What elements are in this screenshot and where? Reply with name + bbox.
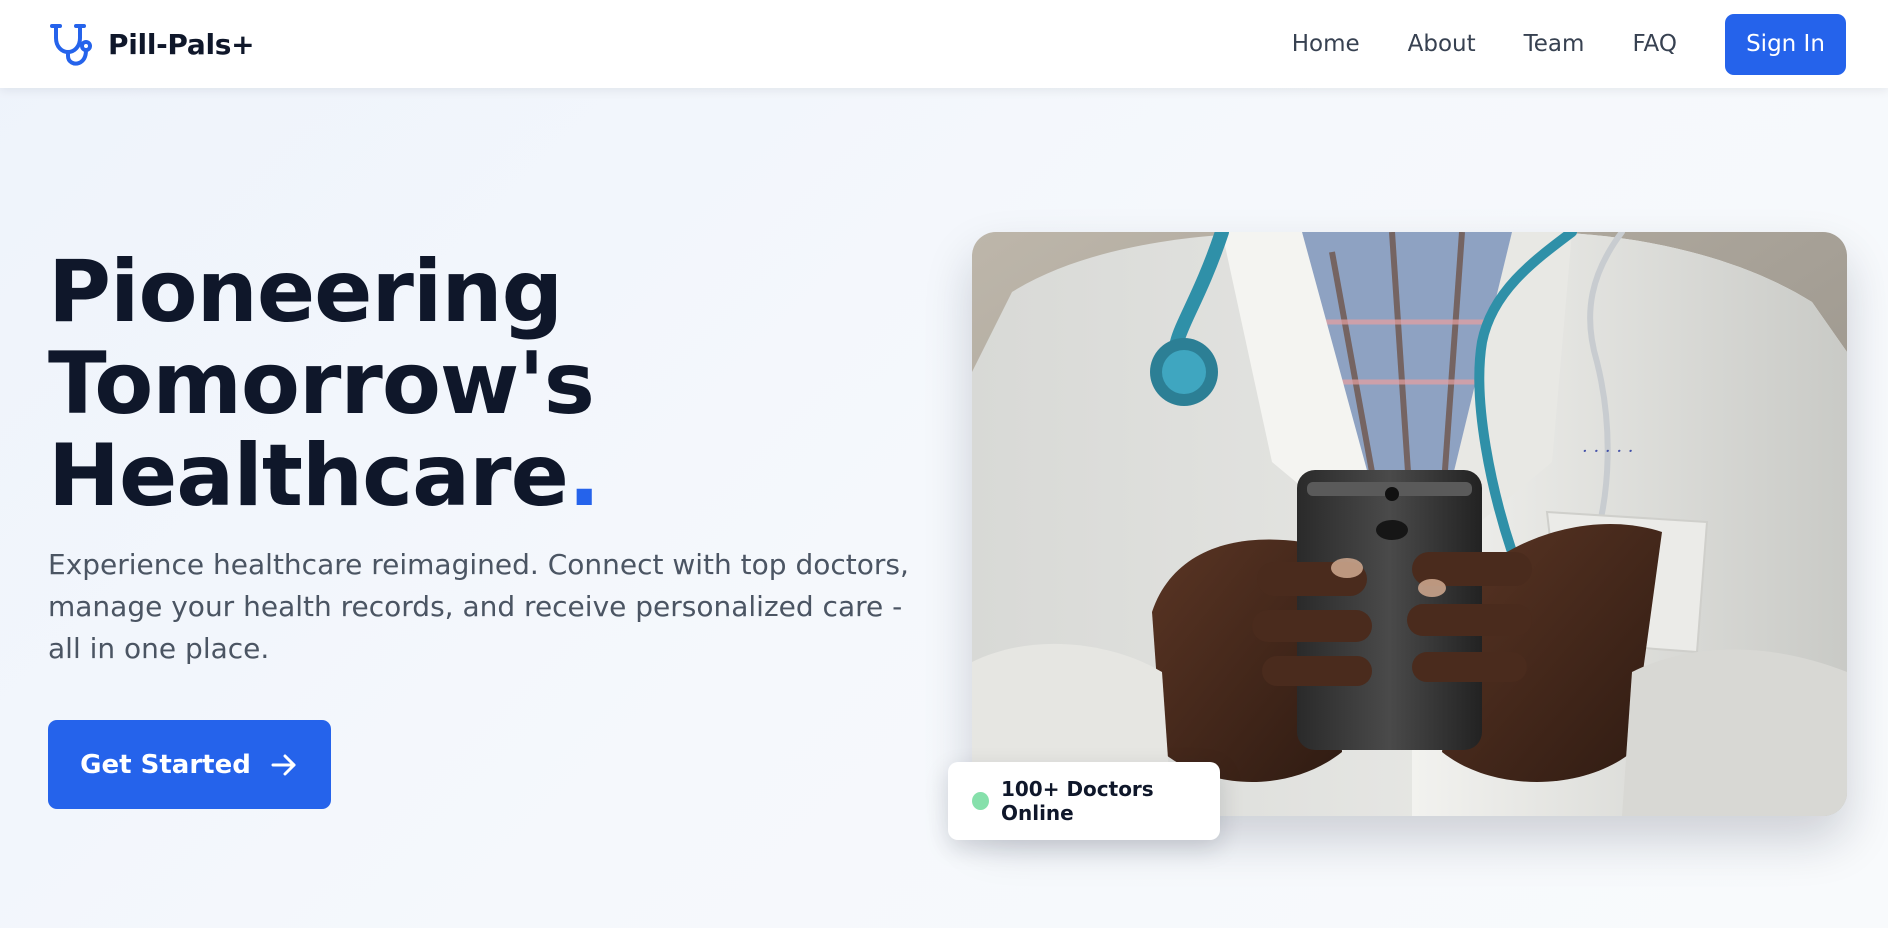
hero-title-line-3: Healthcare.: [48, 430, 768, 522]
get-started-label: Get Started: [80, 749, 251, 780]
main-nav: Home About Team FAQ Sign In: [1292, 13, 1846, 75]
hero-title-line-3-text: Healthcare: [48, 426, 569, 526]
hero-title-line-1: Pioneering: [48, 242, 563, 342]
doctor-holding-phone-photo: · · · · ·: [972, 232, 1847, 816]
nav-link-faq[interactable]: FAQ: [1632, 31, 1677, 57]
online-status-dot: [972, 792, 989, 810]
hero-title-accent-dot: .: [567, 426, 601, 526]
hero-description: Experience healthcare reimagined. Connec…: [48, 548, 909, 665]
doctors-online-text: 100+ Doctors Online: [1000, 777, 1154, 825]
doctors-online-badge: 100+ Doctors Online: [948, 762, 1220, 840]
arrow-right-icon: [269, 750, 299, 780]
get-started-button[interactable]: Get Started: [48, 720, 331, 809]
nav-link-home[interactable]: Home: [1292, 31, 1360, 57]
brand-name: Pill-Pals+: [108, 27, 255, 61]
nav-link-about[interactable]: About: [1408, 31, 1476, 57]
page: Pill-Pals+ Home About Team FAQ Sign In P…: [0, 0, 1888, 928]
sign-in-button[interactable]: Sign In: [1725, 13, 1846, 75]
hero-title-line-2: Tomorrow's: [48, 334, 595, 434]
hero-title: Pioneering Tomorrow's Healthcare.: [48, 246, 768, 522]
stethoscope-icon: [48, 20, 96, 68]
brand-logo[interactable]: Pill-Pals+: [48, 20, 255, 68]
svg-text:· · · · ·: · · · · ·: [1582, 441, 1634, 462]
top-navbar: Pill-Pals+ Home About Team FAQ Sign In: [0, 0, 1888, 88]
nav-link-team[interactable]: Team: [1524, 31, 1585, 57]
